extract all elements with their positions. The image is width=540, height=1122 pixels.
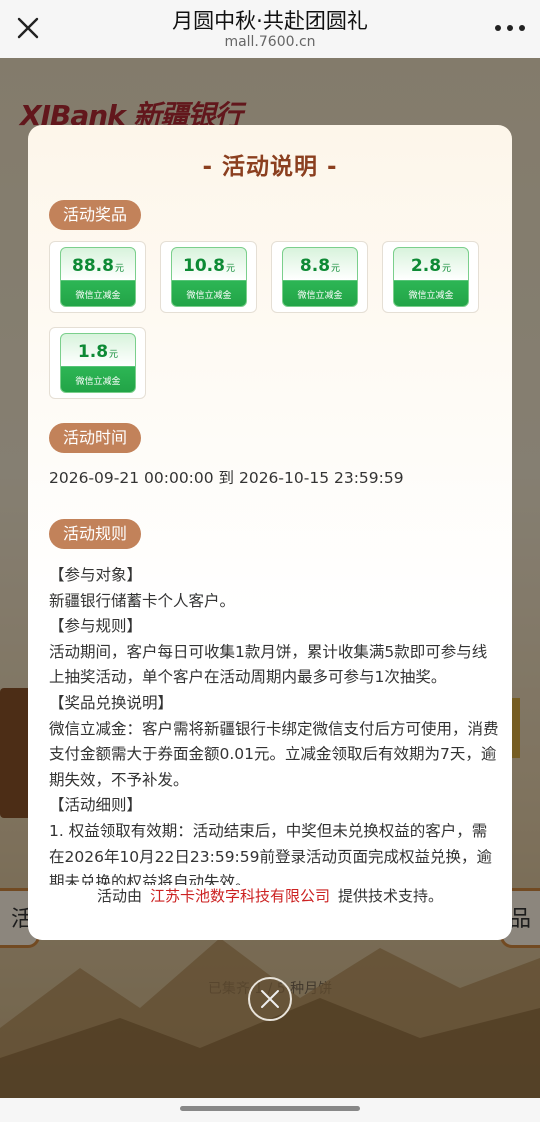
coupon-amount: 88.8	[72, 256, 114, 276]
wechat-coupon: 8.8元 微信立减金	[282, 247, 358, 307]
rule-line: 1. 权益领取有效期：活动结束后，中奖但未兑换权益的客户，需在2026年10月2…	[49, 821, 493, 885]
footer-suffix: 提供技术支持。	[338, 887, 444, 905]
prize-card: 10.8元 微信立减金	[160, 241, 257, 313]
coupon-unit: 元	[114, 264, 124, 274]
coupon-label: 微信立减金	[75, 377, 121, 387]
close-icon	[261, 990, 279, 1008]
wechat-coupon: 88.8元 微信立减金	[60, 247, 136, 307]
rule-line: 【参与对象】	[49, 566, 143, 584]
coupon-label: 微信立减金	[408, 291, 454, 301]
wechat-coupon: 1.8元 微信立减金	[60, 333, 136, 393]
page-url: mall.7600.cn	[224, 34, 316, 50]
rule-line: 新疆银行储蓄卡个人客户。	[49, 591, 236, 610]
company-link[interactable]: 江苏卡池数字科技有限公司	[150, 887, 330, 905]
prizes-section-label: 活动奖品	[49, 200, 142, 230]
rule-line: 【奖品兑换说明】	[49, 693, 174, 712]
coupon-amount: 2.8	[410, 256, 442, 276]
bottom-bar	[0, 1098, 540, 1122]
rule-line: 【参与规则】	[49, 617, 143, 636]
coupon-label: 微信立减金	[186, 291, 232, 301]
page-title: 月圆中秋·共赴团圆礼	[172, 9, 368, 33]
prize-card: 1.8元 微信立减金	[49, 327, 146, 399]
coupon-unit: 元	[225, 264, 235, 274]
prize-card: 88.8元 微信立减金	[49, 241, 146, 313]
more-options-icon[interactable]	[490, 14, 530, 42]
coupon-amount: 10.8	[183, 256, 225, 276]
time-section-label: 活动时间	[49, 423, 142, 453]
coupon-label: 微信立减金	[297, 291, 343, 301]
rule-line: 微信立减金：客户需将新疆银行卡绑定微信支付后方可使用，消费支付金额需大于券面金额…	[49, 719, 499, 789]
rules-section-label: 活动规则	[49, 519, 142, 549]
coupon-unit: 元	[331, 264, 341, 274]
coupon-label: 微信立减金	[75, 291, 121, 301]
coupon-unit: 元	[442, 264, 452, 274]
footer-prefix: 活动由	[96, 887, 142, 905]
wechat-coupon: 2.8元 微信立减金	[393, 247, 469, 307]
modal-title: - 活动说明 -	[202, 154, 338, 180]
coupon-amount: 8.8	[299, 256, 331, 276]
rule-line: 活动期间，客户每日可收集1款月饼，累计收集满5款即可参与线上抽奖活动，单个客户在…	[49, 642, 488, 687]
modal-scroll-content[interactable]: - 活动说明 - 活动奖品 88.8元 微信立减金 10.8元 微信立减金 8.…	[28, 125, 512, 885]
rule-line: 【活动细则】	[49, 796, 143, 815]
rules-text: 【参与对象】 新疆银行储蓄卡个人客户。 【参与规则】 活动期间，客户每日可收集1…	[49, 563, 499, 885]
coupon-unit: 元	[109, 350, 119, 360]
wechat-coupon: 10.8元 微信立减金	[171, 247, 247, 307]
tech-support-footer: 活动由 江苏卡池数字科技有限公司 提供技术支持。	[28, 885, 512, 920]
prize-card: 8.8元 微信立减金	[271, 241, 368, 313]
activity-time: 2026-09-21 00:00:00 到 2026-10-15 23:59:5…	[49, 469, 404, 487]
modal-close-button[interactable]	[248, 977, 292, 1021]
coupon-amount: 1.8	[77, 342, 109, 362]
activity-info-modal: - 活动说明 - 活动奖品 88.8元 微信立减金 10.8元 微信立减金 8.…	[28, 125, 512, 940]
prize-card: 2.8元 微信立减金	[382, 241, 479, 313]
home-indicator[interactable]	[180, 1106, 360, 1111]
browser-top-bar: 月圆中秋·共赴团圆礼 mall.7600.cn	[0, 0, 540, 58]
